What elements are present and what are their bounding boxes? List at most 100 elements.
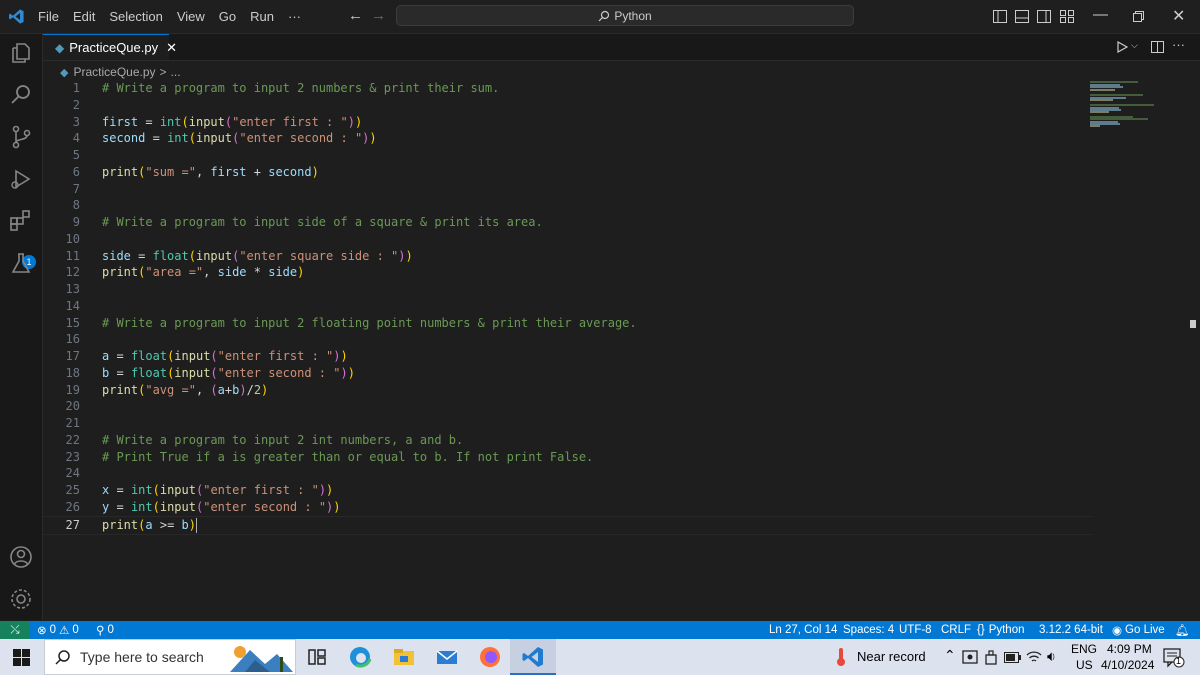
accounts-icon[interactable] [8, 544, 34, 570]
indentation[interactable]: Spaces: 4 [843, 621, 894, 639]
chevron-down-icon[interactable]: ⌵ [1131, 40, 1138, 51]
customize-layout-icon[interactable] [1060, 10, 1074, 23]
python-interpreter[interactable]: 3.12.2 64-bit [1039, 621, 1103, 639]
code-line[interactable]: 9 # Write a program to input side of a sq… [43, 214, 1093, 231]
breadcrumb-more[interactable]: ... [171, 65, 181, 79]
notifications-icon[interactable] [1163, 648, 1185, 668]
code-line[interactable]: 12 print("area =", side * side) [43, 264, 1093, 281]
go-live-button[interactable]: ◉ Go Live [1112, 621, 1165, 639]
windows-start-icon[interactable] [13, 649, 30, 666]
menu-view[interactable]: View [177, 9, 205, 24]
code-line[interactable]: 10 [43, 231, 1093, 248]
code-line[interactable]: 18 b = float(input("enter second : ")) [43, 365, 1093, 382]
code-line[interactable]: 14 [43, 298, 1093, 315]
code-line[interactable]: 26 y = int(input("enter second : ")) [43, 499, 1093, 516]
code-line[interactable]: 7 [43, 181, 1093, 198]
thermometer-icon [837, 648, 845, 666]
battery-icon[interactable] [1004, 652, 1021, 663]
code-line[interactable]: 2 [43, 97, 1093, 114]
more-actions-icon[interactable]: ··· [1172, 37, 1185, 52]
source-control-icon[interactable] [8, 124, 34, 150]
language-indicator[interactable]: ENG [1071, 642, 1097, 656]
code-line[interactable]: 1 # Write a program to input 2 numbers & … [43, 80, 1093, 97]
code-line[interactable]: 19 print("avg =", (a+b)/2) [43, 382, 1093, 399]
toggle-secondary-sidebar-icon[interactable] [1037, 10, 1051, 23]
menu-go[interactable]: Go [219, 9, 236, 24]
minimap[interactable] [1088, 80, 1158, 140]
wifi-icon[interactable] [1026, 650, 1042, 664]
code-line[interactable]: 17 a = float(input("enter first : ")) [43, 348, 1093, 365]
code-editor[interactable]: 1 # Write a program to input 2 numbers & … [43, 80, 1143, 620]
line-number: 21 [65, 416, 80, 430]
task-view-icon[interactable] [305, 645, 329, 669]
back-arrow-icon[interactable]: ← [348, 7, 363, 24]
code-line[interactable]: 3 first = int(input("enter first : ")) [43, 114, 1093, 131]
line-number: 7 [72, 181, 80, 196]
ports-indicator[interactable]: ⚲ 0 [96, 621, 114, 639]
code-line[interactable]: 20 [43, 398, 1093, 415]
code-line[interactable]: 16 [43, 331, 1093, 348]
clock-date[interactable]: 4/10/2024 [1101, 658, 1154, 672]
notifications-bell-icon[interactable]: 🔔︎ [1175, 621, 1190, 639]
meet-now-icon[interactable] [962, 650, 978, 665]
security-icon[interactable] [984, 650, 998, 665]
restore-icon[interactable] [1133, 11, 1144, 22]
code-line[interactable]: 23 # Print True if a is greater than or e… [43, 449, 1093, 466]
text-cursor [195, 517, 197, 533]
code-line[interactable]: 15 # Write a program to input 2 floating … [43, 315, 1093, 332]
tray-overflow-chevron-icon[interactable]: ⌃ [944, 647, 956, 664]
tab-practiceque[interactable]: ◆ PracticeQue.py ✕ [43, 34, 177, 60]
code-text: # Write a program to input 2 int numbers… [102, 432, 464, 447]
toggle-primary-sidebar-icon[interactable] [993, 10, 1007, 23]
breadcrumb-file[interactable]: PracticeQue.py [73, 65, 155, 79]
taskbar-search-box[interactable]: Type here to search [44, 639, 296, 675]
code-line[interactable]: 11 side = float(input("enter square side … [43, 248, 1093, 265]
code-line[interactable]: 6 print("sum =", first + second) [43, 164, 1093, 181]
language-mode[interactable]: {} Python [977, 621, 1025, 639]
search-view-icon[interactable] [8, 82, 34, 108]
clock-time[interactable]: 4:09 PM [1107, 642, 1152, 656]
code-line[interactable]: 24 [43, 465, 1093, 482]
testing-icon[interactable] [8, 250, 34, 276]
menu-more[interactable]: ··· [288, 9, 301, 24]
extensions-icon[interactable] [8, 208, 34, 234]
problems-indicator[interactable]: ⊗ 0 ⚠ 0 [37, 621, 79, 639]
code-line[interactable]: 4 second = int(input("enter second : ")) [43, 130, 1093, 147]
code-line[interactable]: 13 [43, 281, 1093, 298]
forward-arrow-icon[interactable]: → [371, 7, 386, 24]
encoding[interactable]: UTF-8 [899, 621, 932, 639]
code-line[interactable]: 5 [43, 147, 1093, 164]
split-editor-icon[interactable] [1151, 41, 1164, 53]
menu-file[interactable]: File [38, 9, 59, 24]
run-debug-icon[interactable] [8, 166, 34, 192]
toggle-panel-icon[interactable] [1015, 10, 1029, 23]
firefox-icon[interactable] [478, 645, 502, 669]
code-line[interactable]: 27 print(a >= b) [43, 515, 1093, 535]
minimize-icon[interactable]: — [1093, 6, 1108, 23]
breadcrumb-separator: > [159, 65, 167, 79]
close-tab-icon[interactable]: ✕ [166, 40, 177, 56]
code-line[interactable]: 8 [43, 197, 1093, 214]
mail-icon[interactable] [435, 645, 459, 669]
close-window-icon[interactable]: ✕ [1172, 6, 1185, 26]
run-file-icon[interactable] [1117, 41, 1128, 53]
edge-browser-icon[interactable] [348, 645, 372, 669]
command-center-search[interactable]: Python [396, 5, 854, 26]
scrollbar-marker[interactable] [1190, 320, 1196, 328]
menu-edit[interactable]: Edit [73, 9, 95, 24]
line-number: 24 [65, 466, 80, 481]
volume-icon[interactable]: 🔉︎ [1047, 648, 1056, 665]
line-ending[interactable]: CRLF [941, 621, 971, 639]
code-line[interactable]: 22 # Write a program to input 2 int numbe… [43, 432, 1093, 449]
remote-indicator[interactable]: ⤯ [0, 621, 30, 639]
code-line[interactable]: 21 [43, 415, 1093, 432]
file-explorer-icon[interactable] [392, 645, 416, 669]
code-line[interactable]: 25 x = int(input("enter first : ")) [43, 482, 1093, 499]
vscode-taskbar-button[interactable] [510, 639, 556, 675]
menu-run[interactable]: Run [250, 9, 274, 24]
settings-gear-icon[interactable] [8, 586, 34, 612]
menu-selection[interactable]: Selection [109, 9, 162, 24]
weather-text[interactable]: Near record [857, 649, 926, 664]
cursor-position[interactable]: Ln 27, Col 14 [769, 621, 837, 639]
explorer-icon[interactable] [8, 40, 34, 66]
